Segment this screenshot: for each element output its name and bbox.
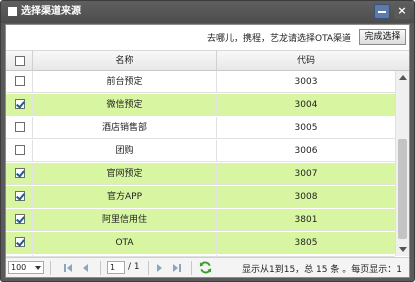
toolbar: 去哪儿，携程，艺龙请选择OTA渠道 完成选择 (6, 25, 409, 49)
row-name-cell: 前台预定 (33, 71, 217, 93)
channel-select-dialog: 选择渠道来源 × 去哪儿，携程，艺龙请选择OTA渠道 完成选择 名称 代码 前台… (0, 0, 415, 282)
table-row[interactable]: 前台预定 3003 (6, 71, 395, 93)
select-all-checkbox[interactable] (15, 56, 25, 66)
pager-divider (191, 261, 192, 275)
close-icon[interactable]: × (394, 4, 410, 19)
scroll-down-icon[interactable] (399, 247, 407, 252)
chevron-down-icon (35, 266, 41, 270)
row-name-cell: 微信预定 (33, 94, 217, 116)
table-row[interactable]: 官方APP 3008 (6, 186, 395, 208)
row-check-cell (6, 140, 33, 162)
table-row[interactable]: 阿里信用住 3801 (6, 209, 395, 231)
row-check-cell (6, 186, 33, 208)
row-code-cell: 3003 (294, 77, 318, 87)
row-name-cell: 官网预定 (33, 163, 217, 185)
row-code-cell: 3008 (294, 192, 318, 202)
row-name-cell: OTA (33, 232, 217, 254)
row-checkbox[interactable] (15, 214, 25, 224)
row-check-cell (6, 232, 33, 254)
pager-divider (100, 261, 101, 275)
last-page-icon[interactable] (172, 263, 182, 273)
row-check-cell (6, 71, 33, 93)
minimize-icon[interactable] (374, 4, 390, 19)
dialog-title: 选择渠道来源 (21, 6, 81, 17)
row-name-cell: 官方APP (33, 186, 217, 208)
table-row[interactable]: 酒店销售部 3005 (6, 117, 395, 139)
header-check-cell (6, 51, 33, 71)
row-checkbox[interactable] (15, 168, 25, 178)
vertical-scrollbar[interactable] (395, 71, 409, 256)
row-name-cell: 阿里信用住 (33, 209, 217, 231)
table-row[interactable]: 官网预定 3007 (6, 163, 395, 185)
row-checkbox[interactable] (15, 145, 25, 155)
title-bar[interactable]: 选择渠道来源 × (1, 1, 414, 23)
row-checkbox[interactable] (15, 237, 25, 247)
row-check-cell (6, 94, 33, 116)
pager-info-text: 显示从1到15，总 15 条 。每页显示：1 (242, 265, 402, 275)
row-checkbox[interactable] (15, 99, 25, 109)
row-name-cell: 团购 (33, 140, 217, 162)
next-page-icon[interactable] (155, 263, 165, 273)
channel-grid: 名称 代码 前台预定 3003 微信预定 3004 酒店销售部 3005 团购 3006 官网预… (6, 50, 409, 266)
row-code-cell: 3004 (294, 100, 318, 110)
page-number-input[interactable]: 1 (107, 261, 125, 274)
done-select-button[interactable]: 完成选择 (359, 29, 406, 45)
row-code-cell: 3801 (294, 215, 318, 225)
row-name-cell: 酒店销售部 (33, 117, 217, 139)
vertical-scroll-thumb[interactable] (398, 139, 407, 239)
total-pages-label: / 1 (128, 262, 140, 272)
prev-page-icon[interactable] (81, 263, 91, 273)
table-row[interactable]: 团购 3006 (6, 140, 395, 162)
row-check-cell (6, 163, 33, 185)
first-page-icon[interactable] (64, 263, 74, 273)
grid-header: 名称 代码 (6, 50, 409, 71)
table-row[interactable]: OTA 3805 (6, 232, 395, 254)
table-row[interactable]: 微信预定 3004 (6, 94, 395, 116)
page-size-value: 100 (11, 263, 27, 272)
row-check-cell (6, 117, 33, 139)
page-number-value: 1 (110, 263, 116, 272)
page-size-select[interactable]: 100 (8, 261, 44, 274)
window-icon (8, 7, 17, 16)
pager-divider (50, 261, 51, 275)
pager-divider (148, 261, 149, 275)
row-code-cell: 3006 (294, 146, 318, 156)
row-code-cell: 3007 (294, 169, 318, 179)
row-check-cell (6, 209, 33, 231)
pagination-bar: 100 1 / 1 显示从1到15，总 15 条 。每页显示：1 (6, 257, 409, 277)
refresh-icon[interactable] (199, 261, 212, 274)
scroll-up-icon[interactable] (399, 75, 407, 80)
row-checkbox[interactable] (15, 191, 25, 201)
ota-tip-text: 去哪儿，携程，艺龙请选择OTA渠道 (207, 34, 352, 44)
row-checkbox[interactable] (15, 76, 25, 86)
row-code-cell: 3805 (294, 238, 318, 248)
column-header-name[interactable]: 名称 (33, 51, 217, 71)
dialog-content: 去哪儿，携程，艺龙请选择OTA渠道 完成选择 名称 代码 前台预定 3003 微信预… (5, 24, 410, 278)
row-checkbox[interactable] (15, 122, 25, 132)
column-header-code[interactable]: 代码 (217, 51, 395, 71)
row-code-cell: 3005 (294, 123, 318, 133)
